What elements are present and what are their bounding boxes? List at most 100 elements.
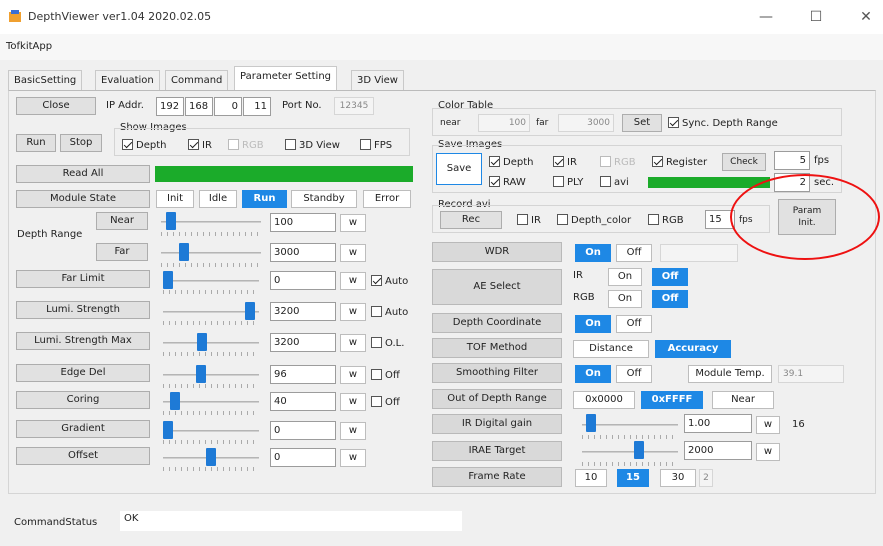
lumi-strength-max-value-input[interactable]: 3200 xyxy=(270,333,336,352)
ae-ir-off-button[interactable]: Off xyxy=(652,268,688,286)
irae-write-button[interactable]: w xyxy=(756,443,780,461)
rec-button[interactable]: Rec xyxy=(440,211,502,229)
edge-del-value-input[interactable]: 96 xyxy=(270,365,336,384)
depth-coord-off-button[interactable]: Off xyxy=(616,315,652,333)
ip-octet-3[interactable]: 0 xyxy=(214,97,242,116)
tof-accuracy-button[interactable]: Accuracy xyxy=(655,340,731,358)
lumi-strength-button[interactable]: Lumi. Strength xyxy=(16,301,150,319)
save-fps-input[interactable]: 5 xyxy=(774,151,810,170)
rec-ir-checkbox[interactable]: IR xyxy=(517,214,541,226)
state-error-button[interactable]: Error xyxy=(363,190,411,208)
smoothing-on-button[interactable]: On xyxy=(575,365,611,383)
show-depth-checkbox[interactable]: Depth xyxy=(122,139,166,151)
close-button[interactable]: Close xyxy=(16,97,96,115)
lumi-strength-max-slider-thumb[interactable] xyxy=(197,333,207,351)
near-slider-thumb[interactable] xyxy=(166,212,176,230)
offset-value-input[interactable]: 0 xyxy=(270,448,336,467)
edge-del-slider-track[interactable] xyxy=(163,374,259,376)
lumi-strength-slider-thumb[interactable] xyxy=(245,302,255,320)
ir-digital-gain-button[interactable]: IR Digital gain xyxy=(432,414,562,434)
color-set-button[interactable]: Set xyxy=(622,114,662,132)
tof-distance-button[interactable]: Distance xyxy=(573,340,649,358)
lumi-strength-write-button[interactable]: w xyxy=(340,303,366,321)
ae-rgb-off-button[interactable]: Off xyxy=(652,290,688,308)
state-run-button[interactable]: Run xyxy=(242,190,287,208)
tab-evaluation[interactable]: Evaluation xyxy=(95,70,160,91)
irae-target-button[interactable]: IRAE Target xyxy=(432,441,562,461)
depth-coordinate-button[interactable]: Depth Coordinate xyxy=(432,313,562,333)
close-window-button[interactable]: ✕ xyxy=(846,4,883,30)
lumi-strength-max-write-button[interactable]: w xyxy=(340,334,366,352)
rec-depth-color-checkbox[interactable]: Depth_color xyxy=(557,214,631,226)
gradient-slider-thumb[interactable] xyxy=(163,421,173,439)
near-button[interactable]: Near xyxy=(96,212,148,230)
gradient-write-button[interactable]: w xyxy=(340,422,366,440)
ae-rgb-on-button[interactable]: On xyxy=(608,290,642,308)
lumi-strength-value-input[interactable]: 3200 xyxy=(270,302,336,321)
save-register-checkbox[interactable]: Register xyxy=(652,156,707,168)
color-near-field[interactable]: 100 xyxy=(478,114,530,132)
minimize-button[interactable]: — xyxy=(746,4,786,30)
read-all-button[interactable]: Read All xyxy=(16,165,150,183)
frame-rate-30-button[interactable]: 30 xyxy=(660,469,696,487)
tab-parameter-setting[interactable]: Parameter Setting xyxy=(234,66,338,91)
ir-gain-write-button[interactable]: w xyxy=(756,416,780,434)
save-ply-checkbox[interactable]: PLY xyxy=(553,176,583,188)
run-button[interactable]: Run xyxy=(16,134,56,152)
wdr-button[interactable]: WDR xyxy=(432,242,562,262)
state-idle-button[interactable]: Idle xyxy=(199,190,237,208)
edge-del-write-button[interactable]: w xyxy=(340,366,366,384)
far-limit-write-button[interactable]: w xyxy=(340,272,366,290)
far-value-input[interactable]: 3000 xyxy=(270,243,336,262)
irae-slider-track[interactable] xyxy=(582,451,678,453)
save-button[interactable]: Save xyxy=(436,153,482,185)
stop-button[interactable]: Stop xyxy=(60,134,102,152)
depth-range-0xffff-button[interactable]: 0xFFFF xyxy=(641,391,703,409)
edge-del-off-checkbox[interactable]: Off xyxy=(371,369,400,381)
frame-rate-button[interactable]: Frame Rate xyxy=(432,467,562,487)
far-button[interactable]: Far xyxy=(96,243,148,261)
ip-octet-4[interactable]: 11 xyxy=(243,97,271,116)
far-write-button[interactable]: w xyxy=(340,244,366,262)
show-rgb-checkbox[interactable]: RGB xyxy=(228,139,264,151)
offset-slider-thumb[interactable] xyxy=(206,448,216,466)
gradient-button[interactable]: Gradient xyxy=(16,420,150,438)
save-raw-checkbox[interactable]: RAW xyxy=(489,176,526,188)
tab-3d-view[interactable]: 3D View xyxy=(351,70,404,91)
coring-write-button[interactable]: w xyxy=(340,393,366,411)
lumi-strength-max-slider-track[interactable] xyxy=(163,342,259,344)
offset-write-button[interactable]: w xyxy=(340,449,366,467)
offset-button[interactable]: Offset xyxy=(16,447,150,465)
tab-basicsetting[interactable]: BasicSetting xyxy=(8,70,83,91)
module-state-button[interactable]: Module State xyxy=(16,190,150,208)
save-depth-checkbox[interactable]: Depth xyxy=(489,156,533,168)
smoothing-off-button[interactable]: Off xyxy=(616,365,652,383)
state-init-button[interactable]: Init xyxy=(156,190,194,208)
coring-value-input[interactable]: 40 xyxy=(270,392,336,411)
ip-octet-2[interactable]: 168 xyxy=(185,97,213,116)
maximize-button[interactable]: ☐ xyxy=(796,4,836,30)
far-limit-button[interactable]: Far Limit xyxy=(16,270,150,288)
depth-range-near-button[interactable]: Near xyxy=(712,391,774,409)
module-temp-button[interactable]: Module Temp. xyxy=(688,365,772,383)
ir-gain-slider-thumb[interactable] xyxy=(586,414,596,432)
ip-octet-1[interactable]: 192 xyxy=(156,97,184,116)
edge-del-slider-thumb[interactable] xyxy=(196,365,206,383)
ae-ir-on-button[interactable]: On xyxy=(608,268,642,286)
save-rgb-checkbox[interactable]: RGB xyxy=(600,156,636,168)
check-button[interactable]: Check xyxy=(722,153,766,171)
color-far-field[interactable]: 3000 xyxy=(558,114,614,132)
gradient-value-input[interactable]: 0 xyxy=(270,421,336,440)
near-slider-track[interactable] xyxy=(161,221,261,223)
far-limit-auto-checkbox[interactable]: Auto xyxy=(371,275,408,287)
near-value-input[interactable]: 100 xyxy=(270,213,336,232)
menu-tofkitapp[interactable]: TofkitApp xyxy=(6,41,52,52)
ir-gain-input[interactable]: 1.00 xyxy=(684,414,752,433)
show-3dview-checkbox[interactable]: 3D View xyxy=(285,139,340,151)
ir-gain-slider-track[interactable] xyxy=(582,424,678,426)
tof-method-button[interactable]: TOF Method xyxy=(432,338,562,358)
wdr-on-button[interactable]: On xyxy=(575,244,611,262)
lumi-strength-auto-checkbox[interactable]: Auto xyxy=(371,306,408,318)
far-limit-slider-thumb[interactable] xyxy=(163,271,173,289)
show-ir-checkbox[interactable]: IR xyxy=(188,139,212,151)
